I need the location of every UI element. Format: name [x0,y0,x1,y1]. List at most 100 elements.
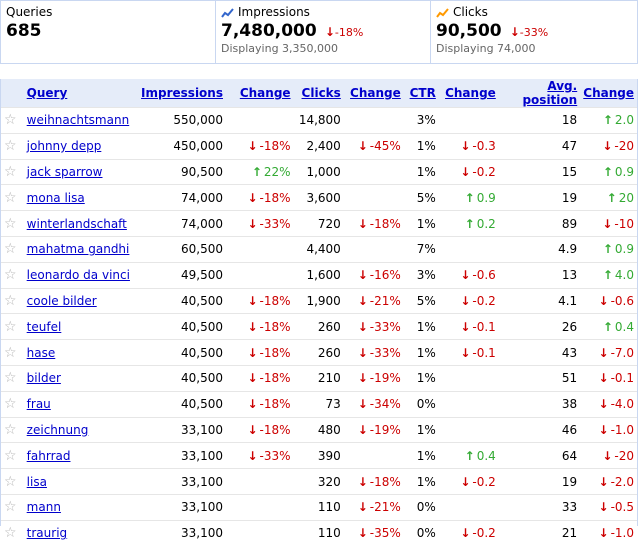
sort-clicks-link[interactable]: Clicks [302,86,341,100]
avg-position-cell: 43 [498,339,581,366]
impressions-cell: 74,000 [138,184,226,211]
trend-chart-icon [221,7,234,18]
star-icon[interactable]: ☆ [4,396,17,412]
query-cell: winterlandschaft [23,210,139,237]
impressions-cell: 40,500 [138,287,226,314]
query-link[interactable]: traurig [27,526,67,540]
avg-position-cell: 4.1 [498,287,581,314]
star-icon[interactable]: ☆ [4,448,17,464]
down-arrow-icon: ↓ [460,474,471,489]
star-icon[interactable]: ☆ [4,267,17,283]
avg-position-cell: 4.9 [498,235,581,263]
star-icon[interactable]: ☆ [4,525,17,541]
star-icon[interactable]: ☆ [4,241,17,257]
position-change-cell-value: -20 [614,139,634,154]
impressions-change-cell-value: -18% [259,422,291,437]
query-link[interactable]: leonardo da vinci [27,268,130,282]
position-change-cell-value: -20 [614,448,634,463]
ctr-cell: 1% [403,416,439,443]
position-change-cell-value: -4.0 [610,397,634,412]
clicks-cell: 260 [293,339,344,366]
impressions-change-cell-value: -33% [259,448,291,463]
down-arrow-icon: ↓ [357,293,368,308]
ctr-change-cell: ↓ -0.2 [438,519,499,546]
impressions-displaying: Displaying 3,350,000 [221,42,339,55]
clicks-change-cell-value: -16% [369,268,401,283]
up-arrow-icon: ↑ [606,190,617,205]
star-icon[interactable]: ☆ [4,293,17,309]
query-link[interactable]: bilder [27,371,61,385]
ctr-cell: 1% [403,364,439,392]
impressions-change-cell: ↑ 22% [226,158,294,185]
ctr-change-cell [438,416,499,443]
position-change-cell-value: 0.4 [614,319,634,334]
up-arrow-icon: ↑ [464,216,475,231]
sort-impressions-change-link[interactable]: Change [240,86,291,100]
ctr-cell: 1% [403,210,439,237]
sort-position-change-link[interactable]: Change [583,86,634,100]
star-icon[interactable]: ☆ [4,164,17,180]
star-icon[interactable]: ☆ [4,216,17,232]
clicks-change-cell [343,107,404,134]
clicks-change-cell-value: -33% [369,319,401,334]
query-cell: lisa [23,468,139,495]
impressions-change-cell [226,468,294,495]
table-header-row: Query Impressions Change Clicks Change C… [1,79,637,108]
avg-position-cell: 64 [498,442,581,469]
sort-query-link[interactable]: Query [27,86,68,100]
sort-ctr-change-link[interactable]: Change [445,86,496,100]
down-arrow-icon: ↓ [357,500,368,515]
position-change-cell: ↓ -20 [580,442,637,469]
query-link[interactable]: jack sparrow [27,165,103,179]
star-icon[interactable]: ☆ [4,138,17,154]
down-arrow-icon: ↓ [247,319,258,334]
query-link[interactable]: mahatma gandhi [27,242,130,256]
up-arrow-icon: ↑ [602,113,613,128]
impressions-cell: 33,100 [138,519,226,546]
query-link[interactable]: mona lisa [27,191,85,205]
ctr-cell: 1% [403,158,439,185]
query-link[interactable]: coole bilder [27,294,97,308]
ctr-change-cell: ↑ 0.9 [438,184,499,211]
query-link[interactable]: weihnachtsmann [27,113,130,127]
query-link[interactable]: teufel [27,320,62,334]
query-link[interactable]: lisa [27,475,47,489]
impressions-change-cell-value: -18% [259,319,291,334]
star-icon[interactable]: ☆ [4,422,17,438]
sort-impressions-link[interactable]: Impressions [141,86,223,100]
query-link[interactable]: hase [27,346,56,360]
impressions-cell: 33,100 [138,442,226,469]
star-cell: ☆ [1,364,24,392]
queries-summary: Queries 685 [1,1,216,63]
clicks-value: 90,500 [436,21,502,41]
query-cell: traurig [23,519,139,546]
query-link[interactable]: winterlandschaft [27,217,127,231]
impressions-change-cell: ↓ -18% [226,184,294,211]
clicks-change-cell: ↓ -33% [343,313,404,340]
clicks-cell: 110 [293,519,344,546]
query-link[interactable]: johnny depp [27,139,102,153]
star-icon[interactable]: ☆ [4,190,17,206]
query-cell: mann [23,493,139,521]
query-link[interactable]: zeichnung [27,423,89,437]
avg-position-cell: 33 [498,493,581,521]
star-icon[interactable]: ☆ [4,112,17,128]
star-icon[interactable]: ☆ [4,474,17,490]
down-arrow-icon: ↓ [460,319,471,334]
impressions-cell: 40,500 [138,390,226,418]
star-icon[interactable]: ☆ [4,345,17,361]
query-link[interactable]: frau [27,397,51,411]
impressions-change-cell-value: -18% [259,371,291,386]
star-icon[interactable]: ☆ [4,499,17,515]
star-icon[interactable]: ☆ [4,319,17,335]
sort-avg-position-link[interactable]: Avg. position [522,79,577,107]
up-arrow-icon: ↑ [251,164,262,179]
table-row: ☆ mann 33,100 110 ↓ -21% 0% 33 ↓ -0.5 [1,493,637,521]
query-link[interactable]: mann [27,500,61,514]
query-link[interactable]: fahrrad [27,449,71,463]
sort-ctr-link[interactable]: CTR [410,86,436,100]
impressions-change-cell: ↓ -33% [226,442,294,469]
star-icon[interactable]: ☆ [4,370,17,386]
sort-clicks-change-link[interactable]: Change [350,86,401,100]
impressions-change-cell: ↓ -33% [226,210,294,237]
